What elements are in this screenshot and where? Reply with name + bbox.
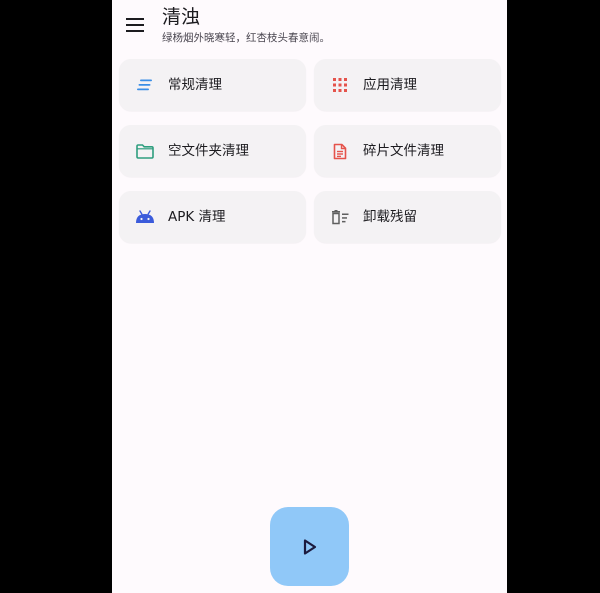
card-label: APK 清理: [168, 209, 226, 225]
card-label: 应用清理: [363, 77, 417, 93]
card-app-clean[interactable]: 应用清理: [314, 59, 501, 111]
folder-outline-icon: [135, 141, 155, 161]
top-app-bar: 清浊 绿杨烟外晓寒轻，红杏枝头春意闹。: [112, 0, 507, 52]
card-empty-folder-clean[interactable]: 空文件夹清理: [119, 125, 306, 177]
card-fragment-file-clean[interactable]: 碎片文件清理: [314, 125, 501, 177]
card-label: 卸载残留: [363, 209, 417, 225]
hamburger-menu-icon: [126, 18, 144, 32]
card-label: 碎片文件清理: [363, 143, 444, 159]
card-regular-clean[interactable]: 常规清理: [119, 59, 306, 111]
cleanup-options-grid: 常规清理 应用清理 空文件夹清理 碎片文件清理 APK 清理 卸载残留: [119, 59, 501, 243]
sort-lines-icon: [135, 75, 155, 95]
delete-sweep-icon: [330, 207, 350, 227]
card-apk-clean[interactable]: APK 清理: [119, 191, 306, 243]
card-label: 空文件夹清理: [168, 143, 249, 159]
start-clean-fab[interactable]: [270, 507, 349, 586]
apps-grid-icon: [330, 75, 350, 95]
card-label: 常规清理: [168, 77, 222, 93]
play-icon: [303, 538, 316, 555]
menu-button[interactable]: [123, 13, 147, 37]
app-title: 清浊: [162, 6, 201, 28]
document-icon: [330, 141, 350, 161]
app-screen: 清浊 绿杨烟外晓寒轻，红杏枝头春意闹。 常规清理 应用清理 空文件夹清理 碎片文…: [112, 0, 507, 593]
android-icon: [135, 207, 155, 227]
app-subtitle: 绿杨烟外晓寒轻，红杏枝头春意闹。: [162, 32, 330, 44]
card-uninstall-residue[interactable]: 卸载残留: [314, 191, 501, 243]
